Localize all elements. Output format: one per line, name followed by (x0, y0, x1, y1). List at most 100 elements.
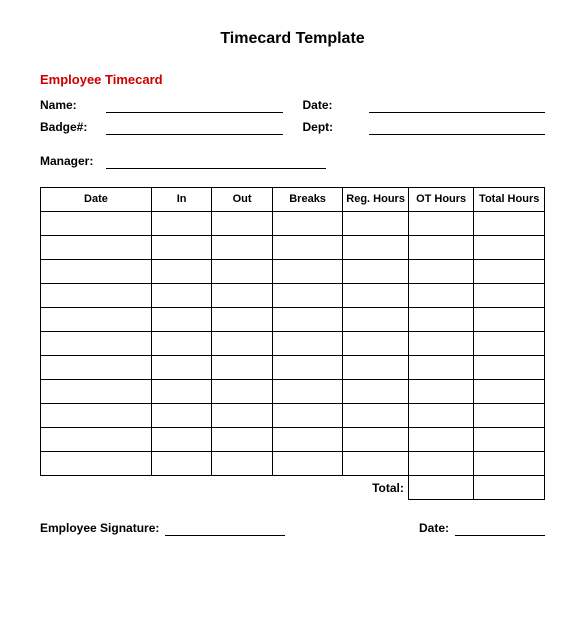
table-cell[interactable] (272, 260, 343, 284)
table-cell[interactable] (151, 212, 211, 236)
table-cell[interactable] (343, 332, 409, 356)
fields-grid: Name: Date: Badge#: Dept: (40, 97, 545, 135)
table-cell[interactable] (41, 308, 152, 332)
table-cell[interactable] (212, 332, 272, 356)
table-cell[interactable] (474, 404, 545, 428)
table-cell[interactable] (151, 236, 211, 260)
table-cell[interactable] (41, 428, 152, 452)
table-cell[interactable] (41, 284, 152, 308)
table-cell[interactable] (41, 332, 152, 356)
table-cell[interactable] (41, 260, 152, 284)
table-cell[interactable] (474, 260, 545, 284)
table-cell[interactable] (41, 404, 152, 428)
table-cell[interactable] (212, 212, 272, 236)
table-cell[interactable] (272, 428, 343, 452)
table-cell[interactable] (474, 452, 545, 476)
table-cell[interactable] (212, 452, 272, 476)
table-cell[interactable] (408, 380, 474, 404)
total-hours-cell[interactable] (474, 476, 545, 500)
table-cell[interactable] (272, 332, 343, 356)
table-cell[interactable] (272, 452, 343, 476)
table-cell[interactable] (272, 308, 343, 332)
table-cell[interactable] (151, 284, 211, 308)
table-cell[interactable] (408, 212, 474, 236)
table-cell[interactable] (41, 452, 152, 476)
table-cell[interactable] (41, 236, 152, 260)
table-cell[interactable] (408, 404, 474, 428)
col-header-out: Out (212, 188, 272, 212)
table-cell[interactable] (343, 404, 409, 428)
table-cell[interactable] (408, 356, 474, 380)
table-cell[interactable] (212, 236, 272, 260)
table-cell[interactable] (272, 356, 343, 380)
table-cell[interactable] (212, 404, 272, 428)
table-cell[interactable] (151, 428, 211, 452)
table-cell[interactable] (474, 332, 545, 356)
table-cell[interactable] (474, 212, 545, 236)
table-cell[interactable] (343, 260, 409, 284)
table-cell[interactable] (151, 260, 211, 284)
table-cell[interactable] (343, 236, 409, 260)
table-cell[interactable] (474, 356, 545, 380)
table-cell[interactable] (408, 428, 474, 452)
dept-input[interactable] (369, 119, 546, 135)
date-input[interactable] (369, 97, 546, 113)
table-cell[interactable] (272, 212, 343, 236)
table-cell[interactable] (474, 236, 545, 260)
table-cell[interactable] (343, 428, 409, 452)
table-cell[interactable] (343, 356, 409, 380)
table-row (41, 308, 545, 332)
table-cell[interactable] (272, 236, 343, 260)
col-header-date: Date (41, 188, 152, 212)
total-row: Total: (41, 476, 545, 500)
name-input[interactable] (106, 97, 283, 113)
manager-field-row: Manager: (40, 153, 545, 169)
table-cell[interactable] (343, 212, 409, 236)
table-cell[interactable] (408, 452, 474, 476)
table-row (41, 260, 545, 284)
table-cell[interactable] (151, 356, 211, 380)
sig-date-input[interactable] (455, 520, 545, 536)
table-cell[interactable] (41, 356, 152, 380)
table-cell[interactable] (408, 308, 474, 332)
table-cell[interactable] (272, 380, 343, 404)
table-cell[interactable] (474, 284, 545, 308)
table-cell[interactable] (408, 284, 474, 308)
table-cell[interactable] (212, 356, 272, 380)
employee-sig-input[interactable] (165, 520, 285, 536)
table-cell[interactable] (151, 380, 211, 404)
total-ot-cell[interactable] (408, 476, 474, 500)
table-cell[interactable] (474, 428, 545, 452)
table-cell[interactable] (343, 380, 409, 404)
table-row (41, 404, 545, 428)
badge-input[interactable] (106, 119, 283, 135)
table-cell[interactable] (41, 212, 152, 236)
table-cell[interactable] (474, 308, 545, 332)
table-cell[interactable] (212, 284, 272, 308)
table-row (41, 380, 545, 404)
table-cell[interactable] (272, 284, 343, 308)
table-cell[interactable] (212, 380, 272, 404)
table-cell[interactable] (151, 404, 211, 428)
manager-input[interactable] (106, 153, 326, 169)
table-cell[interactable] (343, 452, 409, 476)
table-cell[interactable] (212, 428, 272, 452)
table-cell[interactable] (212, 260, 272, 284)
table-cell[interactable] (408, 332, 474, 356)
table-cell[interactable] (343, 284, 409, 308)
col-header-in: In (151, 188, 211, 212)
table-cell[interactable] (343, 308, 409, 332)
table-cell[interactable] (408, 260, 474, 284)
table-row (41, 212, 545, 236)
table-cell[interactable] (151, 452, 211, 476)
dept-field-row: Dept: (303, 119, 546, 135)
table-cell[interactable] (408, 236, 474, 260)
table-cell[interactable] (41, 380, 152, 404)
table-cell[interactable] (151, 332, 211, 356)
table-cell[interactable] (272, 404, 343, 428)
table-cell[interactable] (474, 380, 545, 404)
table-cell[interactable] (151, 308, 211, 332)
name-field-row: Name: (40, 97, 283, 113)
section-title: Employee Timecard (40, 72, 545, 87)
table-cell[interactable] (212, 308, 272, 332)
